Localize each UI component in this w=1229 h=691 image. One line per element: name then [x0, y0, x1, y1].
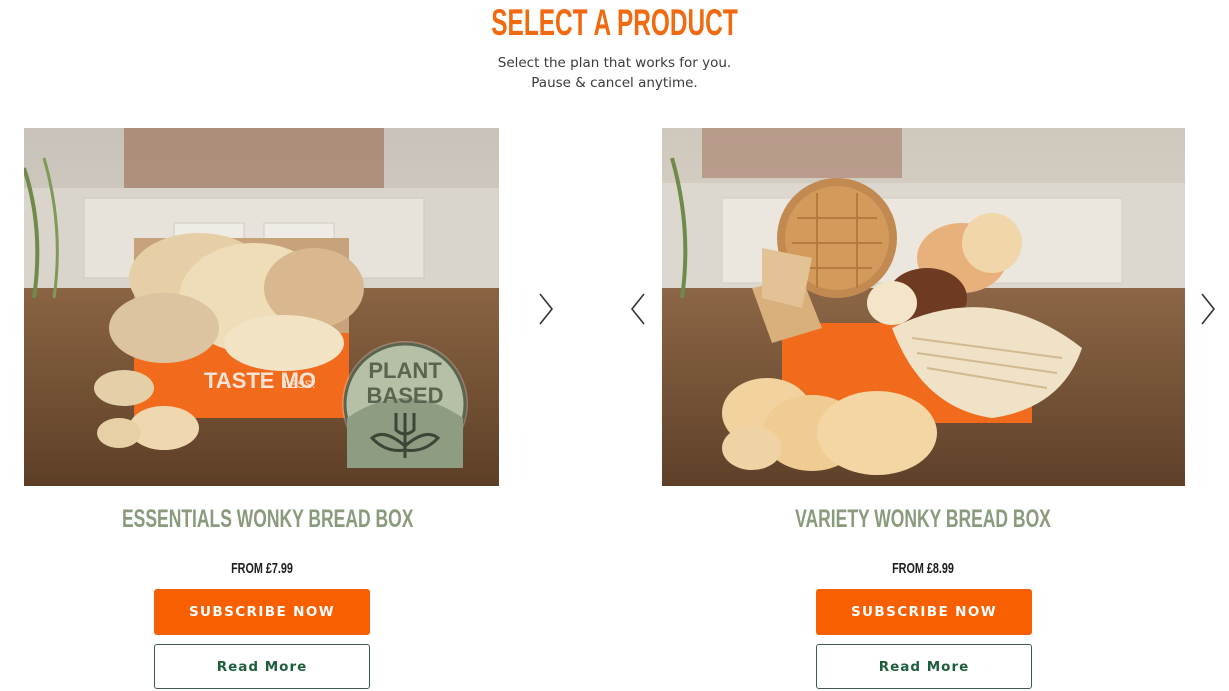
product-image-variety[interactable] [662, 128, 1185, 486]
variety-bread-photo [662, 128, 1185, 486]
chevron-right-icon [1201, 293, 1216, 325]
read-more-button[interactable]: Read More [816, 644, 1032, 689]
carousel-next-arrow[interactable] [1197, 291, 1219, 327]
product-image-essentials[interactable]: TASTE MO LESS. PLANT BASED [24, 128, 499, 486]
subscribe-now-button[interactable]: SUBSCRIBE NOW [154, 589, 370, 635]
carousel-prev-arrow[interactable] [627, 291, 649, 327]
product-price: FROM £8.99 [892, 560, 954, 577]
page-subtitle-line-1: Select the plan that works for you. [497, 55, 732, 71]
badge-text-line-2: BASED [366, 383, 443, 408]
page-subtitle-line-2: Pause & cancel anytime. [531, 75, 698, 91]
carousel-next-arrow[interactable] [535, 291, 557, 327]
subscribe-now-button[interactable]: SUBSCRIBE NOW [816, 589, 1032, 635]
chevron-left-icon [630, 293, 645, 325]
read-more-button[interactable]: Read More [154, 644, 370, 689]
product-price: FROM £7.99 [231, 560, 293, 577]
chevron-right-icon [539, 293, 554, 325]
product-name: ESSENTIALS WONKY BREAD BOX [122, 505, 414, 533]
product-name: VARIETY WONKY BREAD BOX [795, 505, 1051, 533]
page-title: SELECT A PRODUCT [491, 2, 738, 43]
essentials-bread-photo: TASTE MO LESS. PLANT BASED [24, 128, 499, 486]
badge-text-line-1: PLANT [368, 358, 442, 383]
box-print-text-2: LESS. [284, 379, 315, 391]
